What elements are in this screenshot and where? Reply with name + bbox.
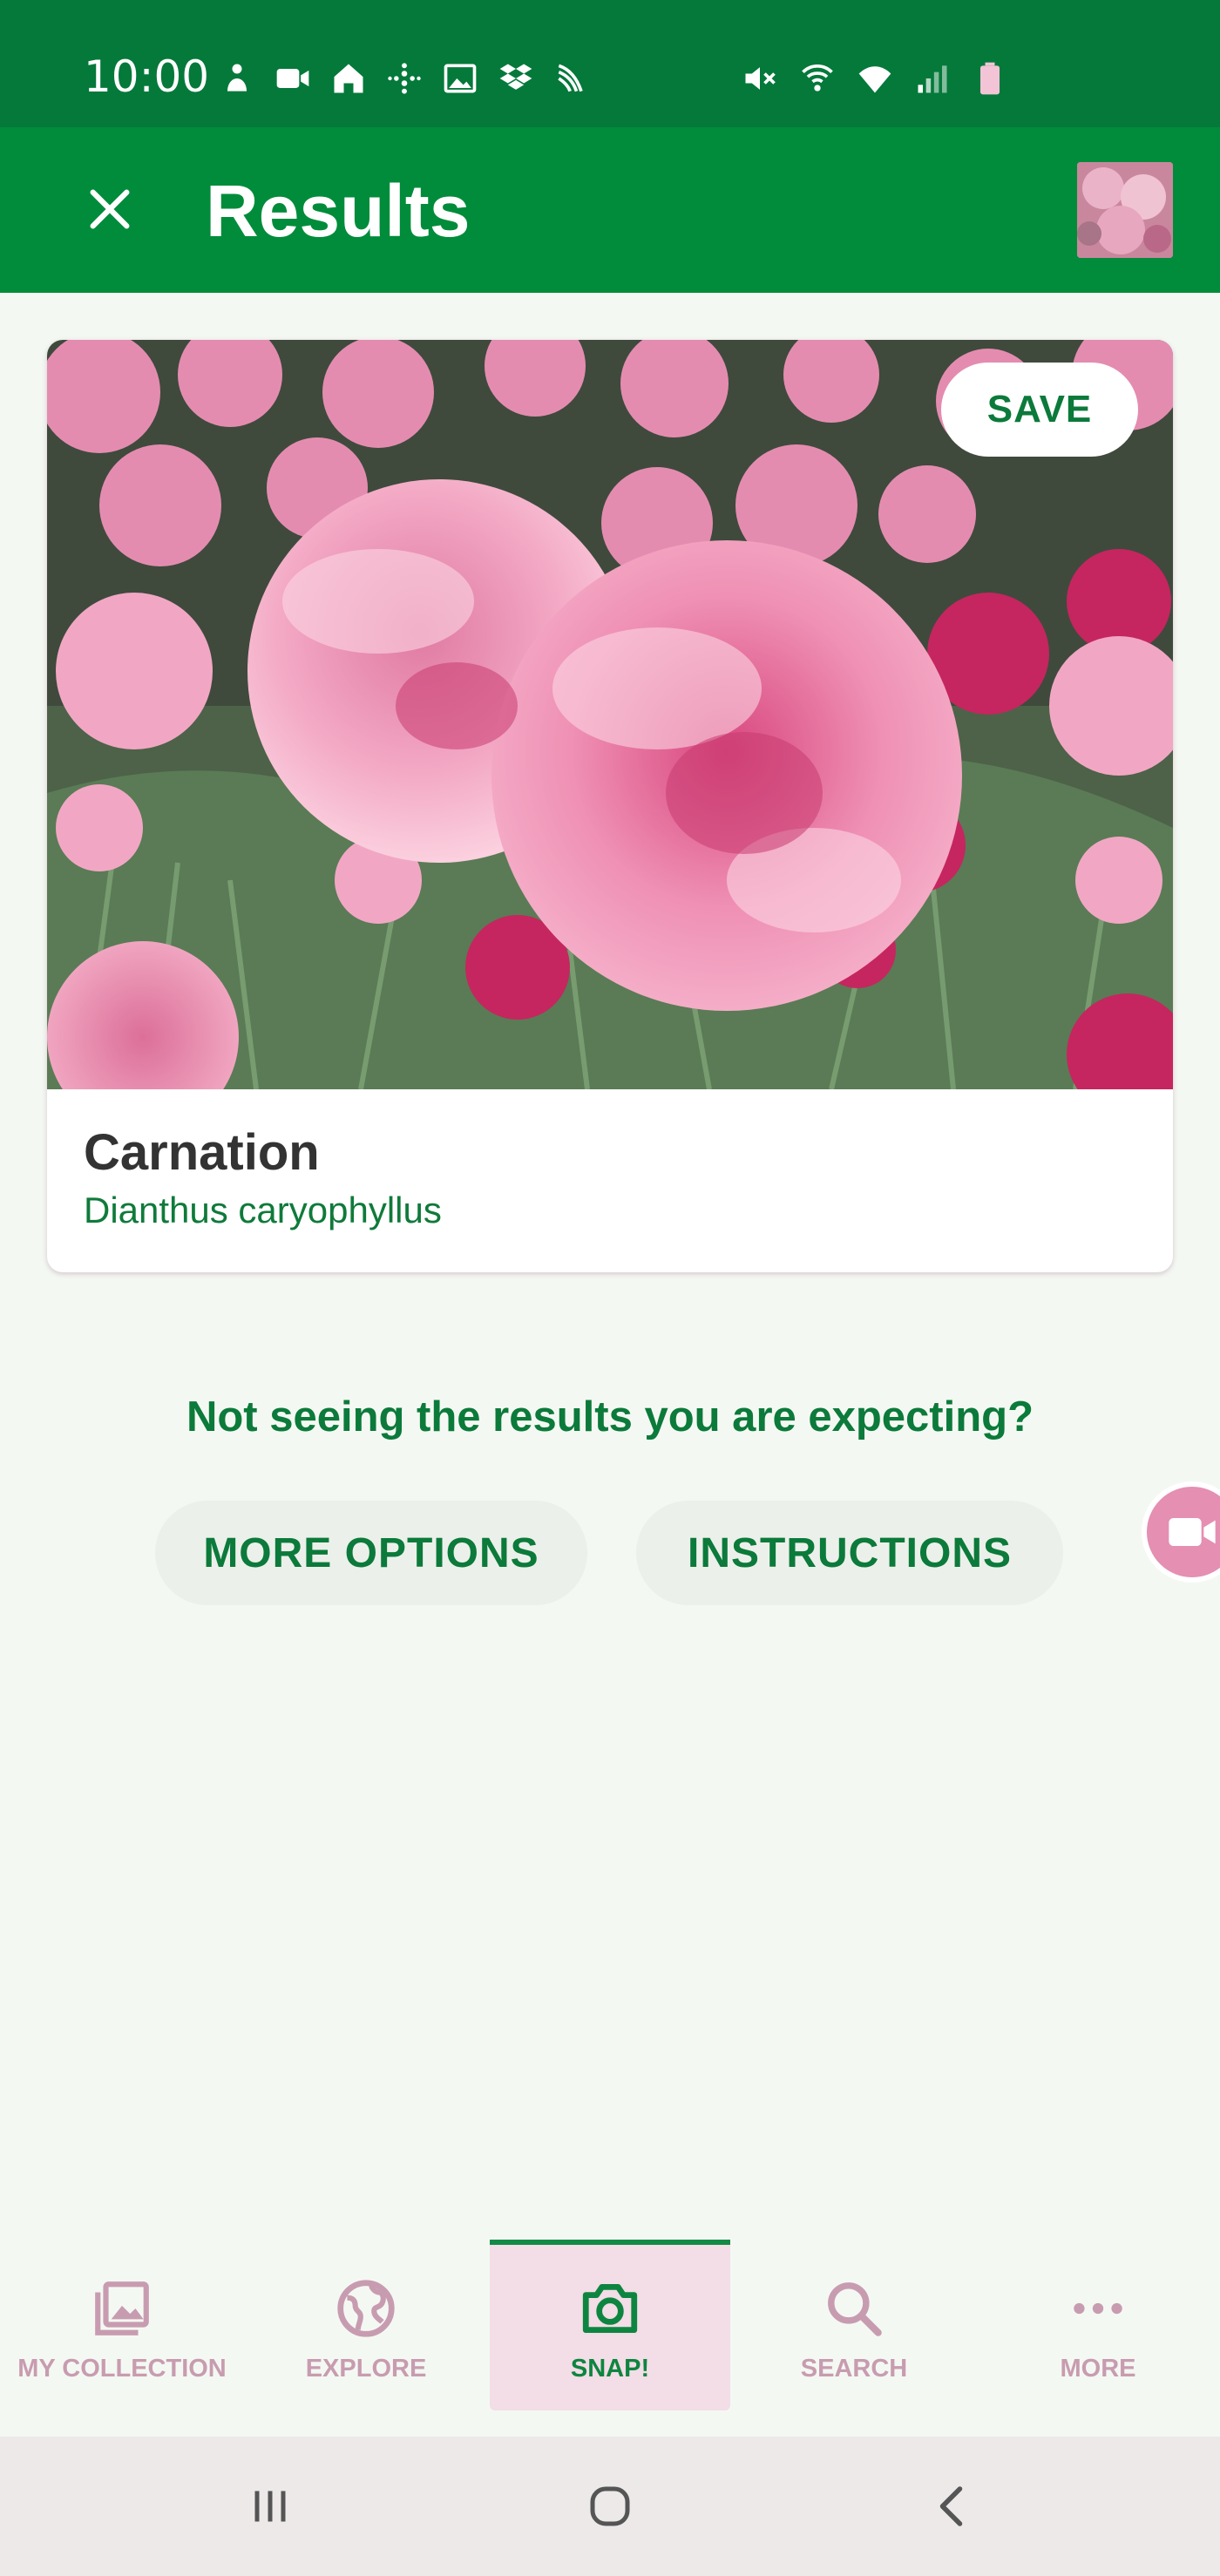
home-icon	[329, 59, 368, 98]
camera-icon	[576, 2274, 644, 2342]
gallery-icon	[88, 2274, 156, 2342]
home-circle-icon	[590, 2486, 630, 2526]
person-icon	[218, 59, 256, 98]
mute-icon	[741, 59, 779, 98]
nav-item-search[interactable]: SEARCH	[732, 2240, 976, 2410]
instructions-button[interactable]: INSTRUCTIONS	[636, 1501, 1063, 1605]
nav-label: MORE	[1060, 2355, 1136, 2383]
notification-icons	[218, 54, 591, 103]
more-horizontal-icon	[1064, 2274, 1132, 2342]
page-title: Results	[206, 170, 471, 252]
video-call-icon	[274, 59, 312, 98]
nav-label: EXPLORE	[305, 2355, 427, 2383]
wifi-calling-icon	[798, 59, 837, 98]
back-chevron-icon	[939, 2486, 963, 2526]
signal-icon	[913, 59, 952, 98]
close-button[interactable]	[66, 166, 153, 253]
bottom-navigation: MY COLLECTION EXPLORE SNAP! SEARCH MORE	[0, 2240, 1220, 2437]
nav-item-snap[interactable]: SNAP!	[490, 2240, 730, 2410]
plant-scientific-name: Dianthus caryophyllus	[84, 1190, 442, 1230]
wifi-icon	[856, 59, 894, 98]
system-navigation-bar	[0, 2437, 1220, 2576]
search-icon	[820, 2274, 888, 2342]
video-camera-icon	[1169, 1518, 1216, 1546]
system-status-icons	[741, 54, 1009, 103]
snapped-photo-thumbnail[interactable]	[1077, 162, 1173, 258]
dropbox-icon	[497, 59, 535, 98]
plant-common-name: Carnation	[84, 1124, 320, 1181]
help-prompt: Not seeing the results you are expecting…	[186, 1393, 1034, 1441]
status-bar: 10:00	[0, 0, 1220, 127]
nav-label: MY COLLECTION	[17, 2355, 227, 2383]
nav-item-my-collection[interactable]: MY COLLECTION	[0, 2240, 244, 2410]
floating-screen-recorder-button[interactable]	[1142, 1481, 1220, 1583]
back-button[interactable]	[910, 2463, 997, 2550]
more-options-button[interactable]: MORE OPTIONS	[155, 1501, 587, 1605]
recent-apps-icon	[254, 2491, 286, 2522]
battery-icon	[971, 59, 1009, 98]
nav-item-more[interactable]: MORE	[976, 2240, 1220, 2410]
globe-icon	[332, 2274, 400, 2342]
image-icon	[441, 59, 479, 98]
sprint-icon	[552, 59, 591, 98]
nav-item-explore[interactable]: EXPLORE	[244, 2240, 488, 2410]
nav-label: SEARCH	[800, 2355, 908, 2383]
save-button[interactable]: SAVE	[941, 363, 1138, 457]
nav-label: SNAP!	[570, 2355, 650, 2383]
home-button[interactable]	[566, 2463, 654, 2550]
close-icon	[90, 189, 130, 229]
recent-apps-button[interactable]	[227, 2463, 314, 2550]
fitbit-icon	[385, 59, 424, 98]
status-time: 10:00	[84, 51, 210, 102]
result-card[interactable]: SAVE Carnation Dianthus caryophyllus	[47, 340, 1173, 1272]
app-bar: Results	[0, 127, 1220, 293]
